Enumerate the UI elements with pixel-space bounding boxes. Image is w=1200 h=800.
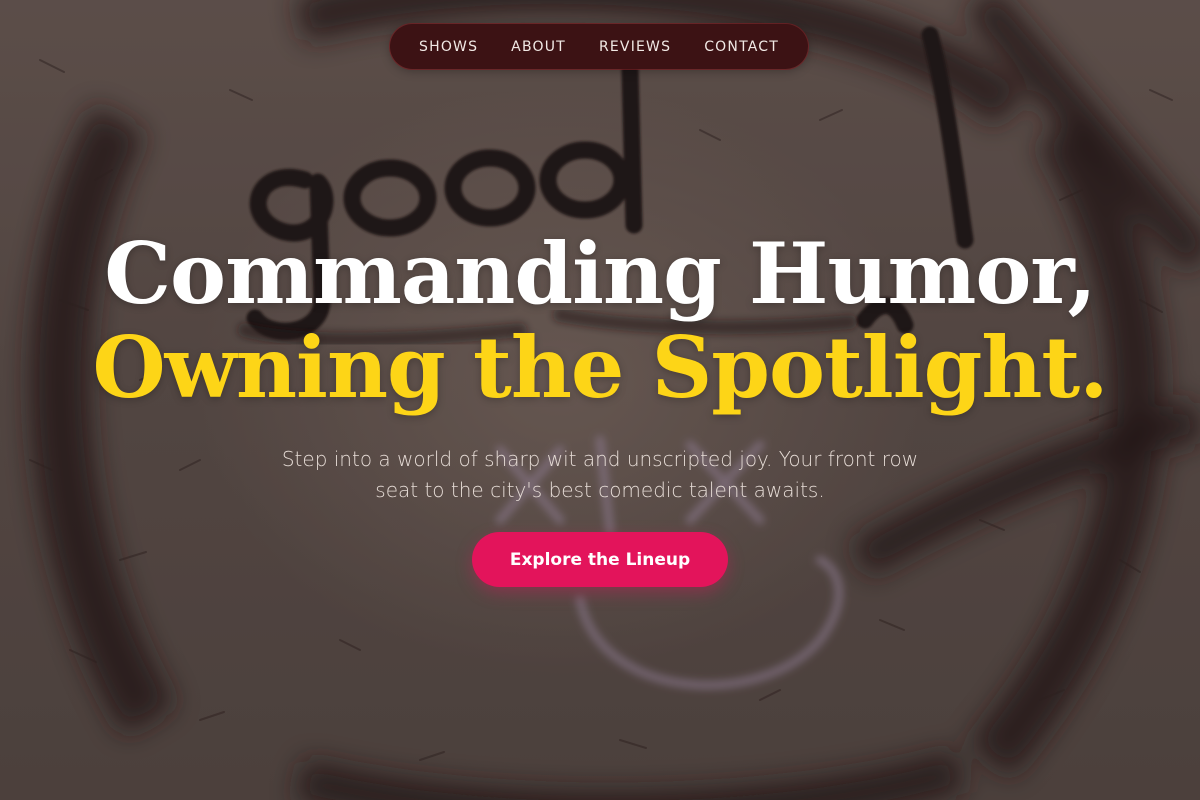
nav-link-about[interactable]: ABOUT	[511, 39, 566, 55]
hero-headline: Commanding Humor, Owning the Spotlight.	[0, 232, 1200, 410]
hero-section: SHOWS ABOUT REVIEWS CONTACT Commanding H…	[0, 0, 1200, 800]
explore-lineup-button[interactable]: Explore the Lineup	[472, 532, 728, 587]
main-nav: SHOWS ABOUT REVIEWS CONTACT	[390, 24, 808, 69]
nav-link-shows[interactable]: SHOWS	[419, 39, 478, 55]
nav-link-reviews[interactable]: REVIEWS	[599, 39, 671, 55]
headline-line-accent: Owning the Spotlight.	[92, 318, 1109, 417]
headline-line-primary: Commanding Humor,	[104, 224, 1097, 323]
nav-link-contact[interactable]: CONTACT	[704, 39, 779, 55]
hero-subtitle: Step into a world of sharp wit and unscr…	[281, 447, 919, 502]
